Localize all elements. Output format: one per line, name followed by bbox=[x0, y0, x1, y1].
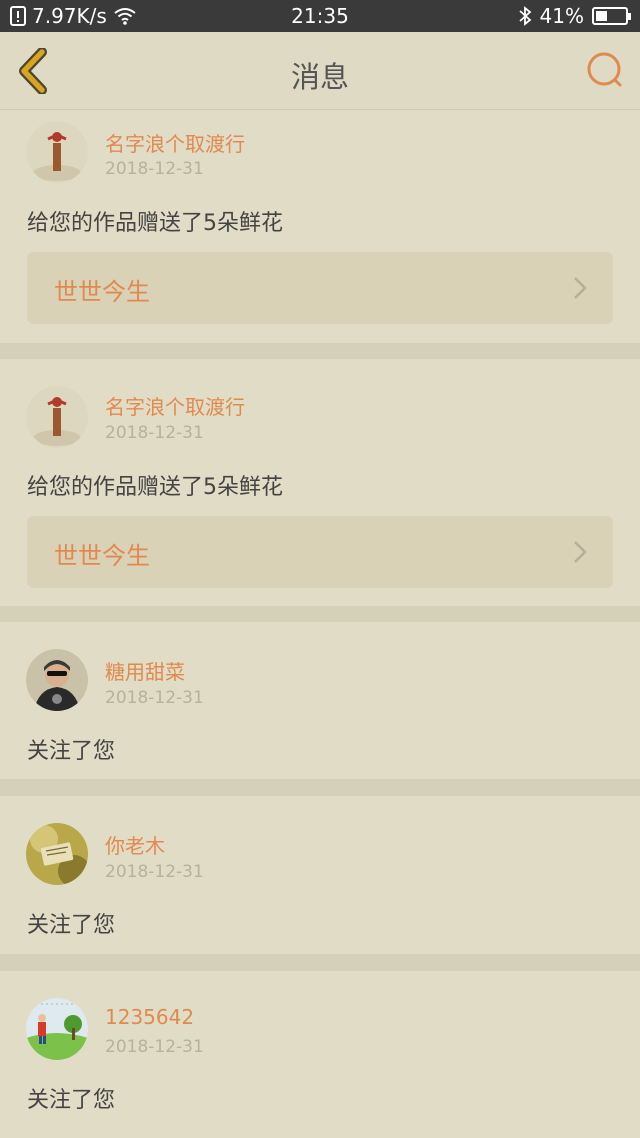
message-text: 关注了您 bbox=[27, 1088, 116, 1113]
status-bar: 7.97K/s 21:35 41% bbox=[0, 0, 640, 32]
work-link[interactable]: 世世今生 bbox=[27, 252, 613, 324]
message-date: 2018-12-31 bbox=[105, 159, 204, 179]
message-card: 名字浪个取渡行 2018-12-31 给您的作品赠送了5朵鲜花 世世今生 bbox=[0, 111, 640, 343]
divider bbox=[0, 779, 640, 796]
chevron-right-icon bbox=[574, 277, 587, 299]
page-title: 消息 bbox=[290, 60, 349, 94]
avatar[interactable] bbox=[26, 823, 88, 885]
message-date: 2018-12-31 bbox=[105, 1037, 204, 1057]
avatar-image bbox=[26, 386, 88, 448]
divider bbox=[0, 606, 640, 622]
battery-icon bbox=[592, 7, 631, 25]
username[interactable]: 糖用甜菜 bbox=[105, 656, 185, 685]
avatar-image bbox=[26, 121, 88, 183]
divider bbox=[0, 343, 640, 359]
avatar[interactable] bbox=[26, 649, 88, 711]
chevron-right-icon bbox=[574, 541, 587, 563]
divider bbox=[0, 954, 640, 971]
avatar[interactable] bbox=[26, 998, 88, 1060]
battery-percent: 41% bbox=[539, 4, 584, 28]
message-text: 给您的作品赠送了5朵鲜花 bbox=[27, 211, 283, 236]
username[interactable]: 你老木 bbox=[105, 830, 165, 859]
username[interactable]: 1235642 bbox=[105, 1005, 194, 1029]
message-card: 糖用甜菜 2018-12-31 关注了您 bbox=[0, 622, 640, 779]
avatar-image bbox=[26, 823, 88, 885]
search-button[interactable] bbox=[584, 50, 626, 92]
work-title: 世世今生 bbox=[54, 278, 150, 306]
status-right: 41% bbox=[518, 4, 631, 28]
battery-fill bbox=[596, 11, 607, 21]
message-card: 名字浪个取渡行 2018-12-31 给您的作品赠送了5朵鲜花 世世今生 bbox=[0, 359, 640, 606]
message-date: 2018-12-31 bbox=[105, 423, 204, 443]
message-text: 关注了您 bbox=[27, 913, 116, 938]
message-card: 你老木 2018-12-31 关注了您 bbox=[0, 796, 640, 954]
bluetooth-icon bbox=[518, 6, 531, 26]
avatar-image bbox=[26, 998, 88, 1060]
nav-bar: 消息 bbox=[0, 32, 640, 110]
avatar[interactable] bbox=[26, 121, 88, 183]
message-text: 给您的作品赠送了5朵鲜花 bbox=[27, 475, 283, 500]
username[interactable]: 名字浪个取渡行 bbox=[105, 391, 245, 420]
work-link[interactable]: 世世今生 bbox=[27, 516, 613, 588]
search-icon bbox=[587, 52, 622, 87]
work-title: 世世今生 bbox=[54, 542, 150, 570]
message-date: 2018-12-31 bbox=[105, 862, 204, 882]
avatar-image bbox=[26, 649, 88, 711]
message-card: 1235642 2018-12-31 关注了您 bbox=[0, 971, 640, 1138]
avatar[interactable] bbox=[26, 386, 88, 448]
message-date: 2018-12-31 bbox=[105, 688, 204, 708]
username[interactable]: 名字浪个取渡行 bbox=[105, 128, 245, 157]
message-text: 关注了您 bbox=[27, 739, 116, 764]
